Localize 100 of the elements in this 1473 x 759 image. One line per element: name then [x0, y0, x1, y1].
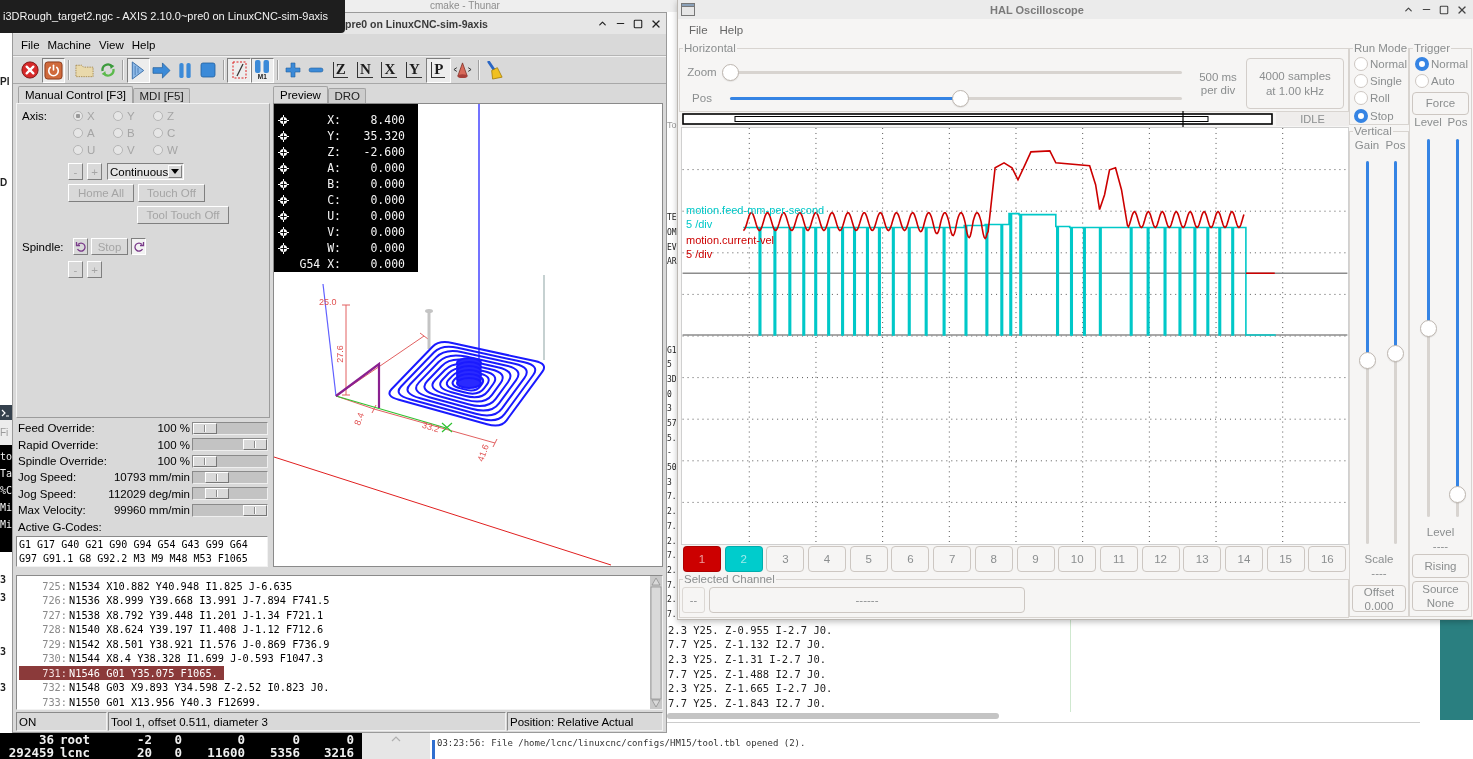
skip-button[interactable] [227, 57, 251, 83]
text-fragment: 2. [667, 594, 677, 607]
menu-item[interactable]: View [95, 36, 128, 53]
rotate-ccw-icon [74, 240, 87, 253]
reload-icon [98, 61, 117, 79]
override-slider[interactable] [192, 438, 268, 452]
gcode-line[interactable]: 730: N1544 X8.4 Y38.328 I1.699 J-0.593 F1047.3 [19, 651, 330, 666]
cone-icon [453, 60, 473, 80]
channel-button[interactable]: 1 [683, 546, 721, 572]
spindle-direction-button[interactable] [131, 238, 146, 255]
menu-item[interactable]: File [684, 23, 713, 36]
gcode-line[interactable]: 728: N1540 X8.624 Y39.197 I1.408 J-1.12 F712.6 [19, 622, 330, 637]
channel-button[interactable]: 15 [1266, 546, 1305, 572]
dro-value: 0.000 [370, 193, 405, 207]
menu-item[interactable]: Help [127, 36, 160, 53]
override-slider[interactable] [192, 454, 268, 468]
gcode-line[interactable]: 727: N1538 X8.792 Y39.448 I1.201 J-1.34 F721.1 [19, 607, 330, 623]
text-fragment: G1 [667, 344, 677, 357]
text-fragment: 3 [0, 573, 7, 587]
slider-thumb[interactable] [1358, 352, 1376, 370]
view-button[interactable]: X [377, 57, 402, 83]
channel-button[interactable]: 6 [891, 546, 930, 572]
run-mode-radio[interactable]: Normal [1354, 55, 1408, 73]
status-text: IDLE [1300, 113, 1325, 125]
channel-button[interactable]: 8 [974, 546, 1013, 572]
gcode-line[interactable]: 733: N1550 G01 X13.956 Y40.3 F12699. [19, 694, 268, 709]
channel-button[interactable]: 3 [766, 546, 805, 572]
frame-label: Run Mode [1353, 42, 1409, 55]
scrollbar[interactable] [667, 712, 999, 719]
override-slider[interactable] [192, 470, 268, 484]
edge-button[interactable]: Rising [1412, 553, 1469, 578]
slider-thumb[interactable] [952, 89, 969, 107]
override-value: 10793 mm/min [113, 471, 190, 484]
source-button[interactable]: Source None [1412, 580, 1469, 611]
offset-button[interactable]: Offset 0.000 [1352, 585, 1406, 612]
code-line: 2.3 Y25. Z-1.665 I-2.7 J0. [667, 681, 833, 697]
text-fragment: - [667, 447, 672, 460]
trigger-mode-radio[interactable]: Auto [1415, 72, 1455, 90]
view-button[interactable]: Z [328, 57, 353, 83]
force-button[interactable]: Force [1412, 91, 1469, 115]
tab[interactable]: MDI [F5] [133, 88, 191, 103]
terminal-cell: 0 [174, 734, 182, 747]
channel-button[interactable]: 16 [1308, 546, 1347, 572]
text-fragment: 5 [667, 359, 672, 372]
channel-button[interactable]: 5 [849, 546, 888, 572]
channel-button[interactable]: 14 [1224, 546, 1263, 572]
terminal-text: to [0, 450, 13, 464]
channel-button[interactable]: 7 [933, 546, 972, 572]
maximize-icon[interactable] [1439, 4, 1449, 15]
view-button[interactable]: N [352, 57, 378, 83]
channel-name-button[interactable]: ------ [709, 587, 1025, 613]
text-fragment: To [667, 119, 677, 132]
override-slider[interactable] [192, 421, 268, 435]
maximize-icon[interactable] [633, 18, 643, 29]
channel-button[interactable]: 12 [1141, 546, 1180, 572]
gcode-line[interactable]: 732: N1548 G03 X9.893 Y34.598 Z-2.52 I0.823 J0. [19, 680, 336, 695]
field-label: Scale [1364, 552, 1394, 566]
terminal-cell: root [60, 734, 91, 747]
menu-item[interactable]: Machine [43, 36, 95, 53]
gcode-line[interactable]: 729: N1542 X8.501 Y38.921 I1.576 J-0.869 F736.9 [19, 636, 336, 651]
jog-mode-dropdown[interactable]: Continuous [107, 163, 184, 180]
slider-thumb[interactable] [1449, 485, 1466, 503]
view-button[interactable]: P [426, 57, 451, 83]
override-slider[interactable] [192, 503, 268, 517]
channel-button[interactable]: 10 [1058, 546, 1097, 572]
text-fragment: 7. [667, 579, 677, 592]
tab[interactable]: Preview [273, 86, 328, 103]
run-mode-radio[interactable]: Roll [1354, 89, 1390, 107]
text-fragment: 2. [667, 535, 677, 548]
dro-label: W: [327, 241, 341, 255]
view-button[interactable]: Y [401, 57, 427, 83]
channel-name-label: motion.feed-mm-per-second [686, 203, 825, 217]
dro-label: U: [327, 209, 341, 223]
channel-button[interactable]: 4 [808, 546, 847, 572]
trigger-mode-radio[interactable]: Normal [1415, 55, 1469, 73]
run-button[interactable] [126, 57, 150, 83]
gcode-line[interactable]: 725: N1534 X10.882 Y40.948 I1.825 J-6.635 [19, 578, 299, 594]
power-button[interactable] [41, 57, 66, 83]
channel-button[interactable]: 9 [1016, 546, 1055, 572]
frame-label: Vertical [1353, 125, 1393, 138]
tab[interactable]: Manual Control [F3] [18, 86, 133, 103]
override-slider[interactable] [192, 487, 268, 501]
slider-label: Gain [1354, 138, 1380, 152]
run-mode-radio[interactable]: Stop [1354, 106, 1394, 125]
tab[interactable]: DRO [327, 88, 367, 103]
menu-item[interactable]: File [17, 36, 44, 53]
dro-label: Y: [327, 129, 341, 143]
scrollbar[interactable] [650, 576, 662, 709]
slider-label: Pos [691, 92, 713, 104]
channel-button[interactable]: 11 [1099, 546, 1138, 572]
status-text: Tool 1, offset 0.511, diameter 3 [108, 712, 506, 731]
override-label: Max Velocity: [18, 504, 87, 517]
code-line: 7.7 Y25. Z-1.488 I2.7 J0. [667, 666, 827, 682]
slider-thumb[interactable] [722, 63, 739, 81]
slider-thumb[interactable] [1387, 344, 1404, 362]
menu-item[interactable]: Help [714, 23, 749, 36]
gcode-line[interactable]: 726: N1536 X8.999 Y39.668 I3.991 J-7.894 F741.5 [19, 593, 336, 608]
channel-button[interactable]: 13 [1183, 546, 1222, 572]
slider-thumb[interactable] [1419, 319, 1437, 337]
run-mode-radio[interactable]: Single [1354, 72, 1402, 90]
